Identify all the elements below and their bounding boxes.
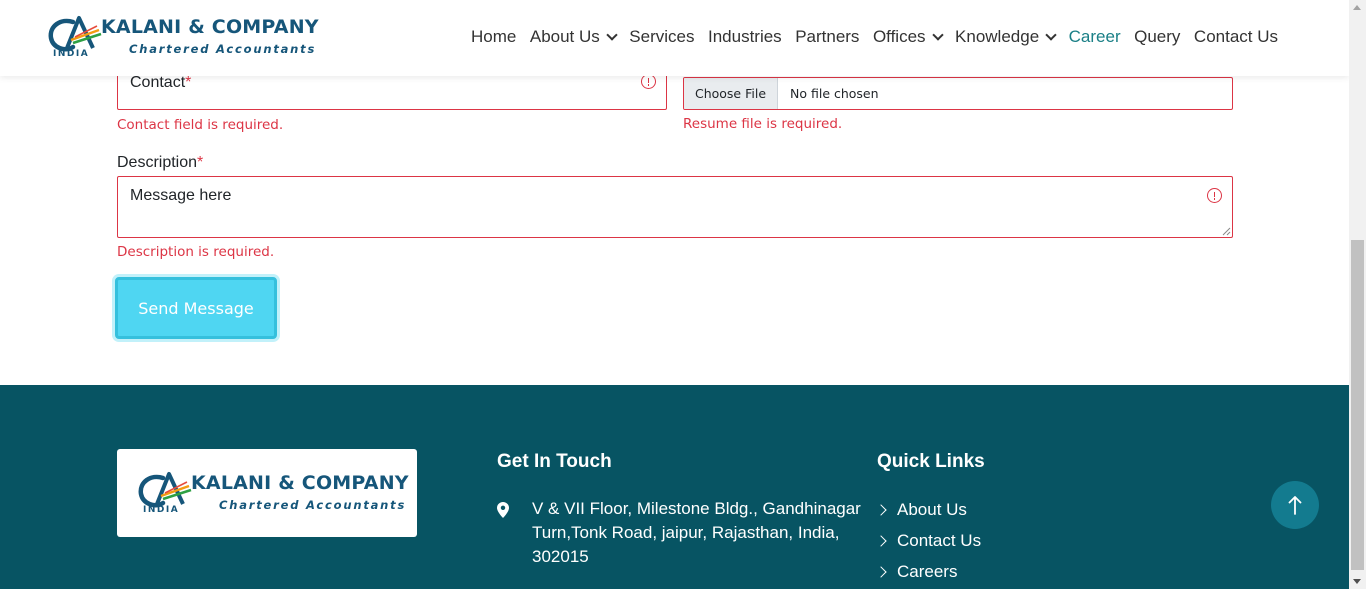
nav-label: Services (629, 27, 695, 46)
nav-label: Home (471, 27, 517, 46)
site-header: KALANI & COMPANY Chartered Accountants I… (0, 0, 1349, 76)
nav-home[interactable]: Home (471, 27, 516, 47)
back-to-top-button[interactable] (1271, 481, 1319, 529)
page-scrollbar[interactable] (1349, 0, 1366, 589)
contact-label-text: Contact (130, 74, 186, 91)
footer-logo-card[interactable]: KALANI & COMPANY Chartered Accountants I… (117, 449, 417, 537)
nav-label: Query (1134, 27, 1181, 46)
address-line: Turn,Tonk Road, jaipur, Rajasthan, India… (532, 523, 840, 542)
quick-link-label: Careers (897, 562, 958, 581)
quick-link-contact-us[interactable]: Contact Us (875, 531, 982, 551)
logo-company-name: KALANI & COMPANY (101, 16, 319, 38)
resize-handle-icon[interactable] (1222, 227, 1231, 236)
nav-label: Offices (872, 27, 926, 46)
logo-subtitle: Chartered Accountants (219, 498, 407, 512)
description-label: Description* (117, 154, 203, 172)
logo-country: INDIA (143, 505, 180, 515)
chevron-right-icon (875, 566, 887, 578)
nav-about-us[interactable]: About Us (529, 27, 618, 47)
nav-offices[interactable]: Offices (872, 27, 944, 47)
nav-label: Career (1068, 27, 1121, 46)
nav-partners[interactable]: Partners (795, 27, 859, 47)
nav-label: Knowledge (955, 27, 1040, 46)
map-pin-icon (497, 502, 509, 518)
quick-links-heading: Quick Links (877, 451, 985, 472)
chevron-down-icon (1045, 28, 1057, 41)
chevron-down-icon (606, 28, 618, 41)
resume-error: Resume file is required. (683, 116, 843, 132)
company-logo[interactable]: KALANI & COMPANY Chartered Accountants I… (47, 14, 319, 62)
scroll-down-arrow-icon[interactable] (1353, 579, 1361, 584)
site-footer: KALANI & COMPANY Chartered Accountants I… (0, 385, 1349, 589)
exclamation-circle-icon (641, 74, 656, 89)
send-message-button[interactable]: Send Message (115, 277, 277, 339)
chevron-down-icon (931, 28, 944, 41)
nav-label: About Us (529, 27, 600, 46)
arrow-up-icon (1288, 496, 1302, 515)
required-mark: * (185, 74, 192, 91)
chevron-right-icon (875, 535, 887, 547)
exclamation-circle-icon (1207, 188, 1222, 203)
description-error: Description is required. (117, 244, 275, 260)
nav-label: Contact Us (1193, 27, 1279, 46)
nav-contact-us[interactable]: Contact Us (1194, 27, 1278, 47)
choose-file-button[interactable]: Choose File (684, 78, 778, 109)
nav-services[interactable]: Services (629, 27, 694, 47)
quick-link-about-us[interactable]: About Us (875, 500, 967, 520)
description-value: Message here (130, 187, 232, 204)
contact-error: Contact field is required. (117, 117, 284, 133)
logo-company-name: KALANI & COMPANY (191, 472, 409, 494)
required-mark: * (197, 154, 204, 171)
nav-query[interactable]: Query (1134, 27, 1180, 47)
scrollbar-thumb[interactable] (1351, 240, 1364, 570)
quick-link-label: Contact Us (897, 531, 982, 550)
address-line: 302015 (532, 547, 589, 566)
logo-subtitle: Chartered Accountants (129, 42, 317, 56)
description-label-text: Description (117, 154, 198, 171)
resume-file-input[interactable]: Choose File No file chosen (683, 77, 1233, 110)
nav-label: Partners (795, 27, 860, 46)
scroll-up-arrow-icon[interactable] (1353, 5, 1361, 10)
address-line: V & VII Floor, Milestone Bldg., Gandhina… (532, 499, 861, 518)
footer-company-logo: KALANI & COMPANY Chartered Accountants I… (137, 470, 409, 518)
nav-knowledge[interactable]: Knowledge (955, 27, 1057, 47)
nav-label: Industries (707, 27, 782, 46)
file-status: No file chosen (790, 86, 879, 101)
chevron-right-icon (875, 504, 887, 516)
nav-industries[interactable]: Industries (708, 27, 782, 47)
quick-link-label: About Us (897, 500, 967, 519)
get-in-touch-heading: Get In Touch (497, 451, 612, 472)
contact-placeholder: Contact* (130, 74, 191, 92)
main-nav: Home About Us Services Industries Partne… (471, 26, 1292, 48)
logo-country: INDIA (53, 49, 90, 59)
nav-career[interactable]: Career (1069, 27, 1121, 47)
quick-link-careers[interactable]: Careers (875, 562, 958, 582)
description-textarea[interactable]: Message here (117, 176, 1233, 238)
